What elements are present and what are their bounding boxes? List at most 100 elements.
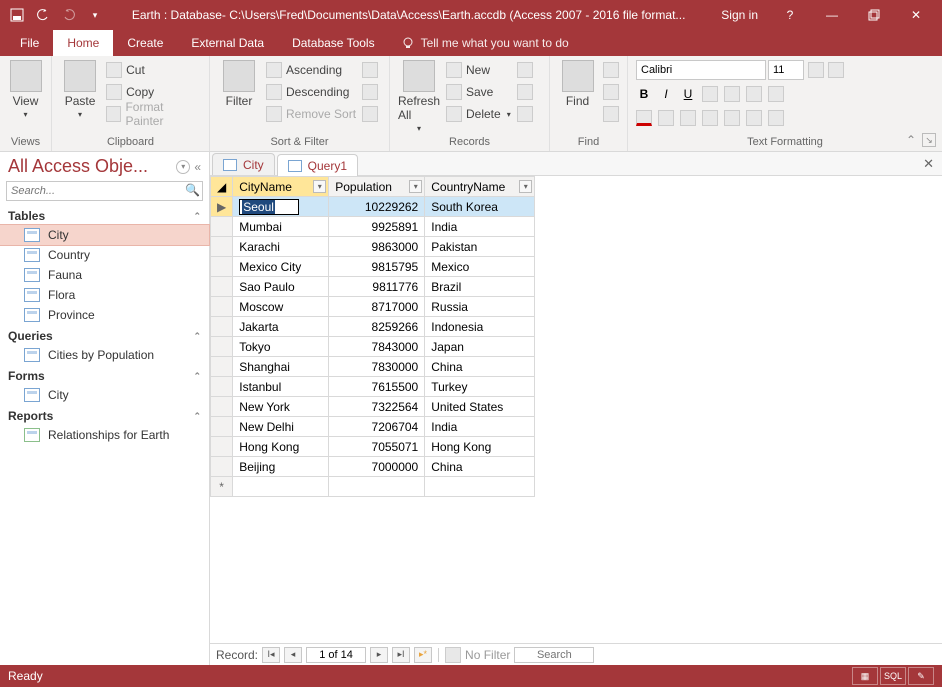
nav-group-tables[interactable]: Tables⌃	[0, 205, 209, 225]
indent-left-button[interactable]	[702, 84, 718, 104]
new-row[interactable]: *	[211, 477, 535, 497]
filter-dropdown-icon[interactable]: ▾	[519, 180, 532, 193]
copy-button[interactable]: Copy	[106, 82, 201, 102]
select-button[interactable]	[603, 104, 619, 124]
cut-button[interactable]: Cut	[106, 60, 201, 80]
align-center-button[interactable]	[724, 108, 740, 128]
delete-record-button[interactable]: Delete▾	[446, 104, 511, 124]
align-left-button[interactable]	[702, 108, 718, 128]
table-row[interactable]: Shanghai 7830000 China	[211, 357, 535, 377]
cell-cityname[interactable]: Sao Paulo	[233, 277, 329, 297]
doc-tab-query1[interactable]: Query1	[277, 154, 358, 176]
qat-customize-icon[interactable]: ▾	[84, 4, 106, 26]
nav-group-forms[interactable]: Forms⌃	[0, 365, 209, 385]
save-icon[interactable]	[6, 4, 28, 26]
cell-cityname[interactable]: Shanghai	[233, 357, 329, 377]
record-search-input[interactable]	[514, 647, 594, 663]
refresh-all-button[interactable]: Refresh All▾	[398, 60, 440, 133]
cell-population[interactable]: 8717000	[329, 297, 425, 317]
table-row[interactable]: ▶ Seoul 10229262 South Korea	[211, 197, 535, 217]
totals-button[interactable]	[517, 60, 533, 80]
row-selector[interactable]	[211, 237, 233, 257]
find-button[interactable]: Find	[558, 60, 597, 108]
cell-countryname[interactable]: Russia	[425, 297, 535, 317]
nav-group-reports[interactable]: Reports⌃	[0, 405, 209, 425]
tab-home[interactable]: Home	[53, 30, 113, 56]
table-row[interactable]: Beijing 7000000 China	[211, 457, 535, 477]
row-selector[interactable]	[211, 417, 233, 437]
row-selector[interactable]	[211, 277, 233, 297]
cell-population[interactable]: 7615500	[329, 377, 425, 397]
filter-button[interactable]: Filter	[218, 60, 260, 108]
table-row[interactable]: Mumbai 9925891 India	[211, 217, 535, 237]
text-direction-button[interactable]	[746, 84, 762, 104]
nav-item-city[interactable]: City	[0, 385, 209, 405]
no-filter-indicator[interactable]: No Filter	[445, 645, 510, 665]
ascending-button[interactable]: Ascending	[266, 60, 356, 80]
cell-population[interactable]: 7843000	[329, 337, 425, 357]
sql-view-switch[interactable]: SQL	[880, 667, 906, 685]
cell-population[interactable]: 7322564	[329, 397, 425, 417]
datasheet-view-switch[interactable]: ▦	[852, 667, 878, 685]
table-row[interactable]: Moscow 8717000 Russia	[211, 297, 535, 317]
tab-database-tools[interactable]: Database Tools	[278, 30, 389, 56]
toggle-filter-button[interactable]	[362, 104, 378, 124]
row-selector[interactable]	[211, 437, 233, 457]
bullets-button[interactable]	[808, 60, 824, 80]
cell-cityname[interactable]: Mexico City	[233, 257, 329, 277]
cell-countryname[interactable]: Hong Kong	[425, 437, 535, 457]
cell-cityname[interactable]: Seoul	[233, 197, 329, 217]
new-record-nav-button[interactable]: ▸*	[414, 647, 432, 663]
cell-population[interactable]: 9815795	[329, 257, 425, 277]
table-row[interactable]: Hong Kong 7055071 Hong Kong	[211, 437, 535, 457]
cell-countryname[interactable]: Indonesia	[425, 317, 535, 337]
nav-header[interactable]: All Access Obje...	[8, 156, 148, 177]
cell-population[interactable]: 9925891	[329, 217, 425, 237]
view-button[interactable]: View▾	[8, 60, 43, 119]
gridlines-button[interactable]	[768, 84, 784, 104]
replace-button[interactable]	[603, 60, 619, 80]
cell-countryname[interactable]: Mexico	[425, 257, 535, 277]
close-icon[interactable]: ✕	[896, 0, 936, 30]
column-header-population[interactable]: Population▾	[329, 177, 425, 197]
row-selector[interactable]	[211, 357, 233, 377]
numbering-button[interactable]	[828, 60, 844, 80]
row-selector[interactable]	[211, 297, 233, 317]
save-record-button[interactable]: Save	[446, 82, 511, 102]
align-right-button[interactable]	[746, 108, 762, 128]
table-row[interactable]: Sao Paulo 9811776 Brazil	[211, 277, 535, 297]
nav-search-input[interactable]	[6, 181, 203, 201]
font-size-input[interactable]	[768, 60, 804, 80]
table-row[interactable]: Istanbul 7615500 Turkey	[211, 377, 535, 397]
nav-menu-icon[interactable]: ▾	[176, 160, 190, 174]
table-row[interactable]: New York 7322564 United States	[211, 397, 535, 417]
dialog-launcher-icon[interactable]: ↘	[922, 133, 936, 147]
row-selector[interactable]	[211, 397, 233, 417]
cell-cityname[interactable]: Hong Kong	[233, 437, 329, 457]
restore-icon[interactable]	[854, 0, 894, 30]
select-all-cell[interactable]: ◢	[211, 177, 233, 197]
close-tab-icon[interactable]: ✕	[923, 156, 934, 172]
design-view-switch[interactable]: ✎	[908, 667, 934, 685]
nav-group-queries[interactable]: Queries⌃	[0, 325, 209, 345]
bold-button[interactable]: B	[636, 87, 652, 101]
shutter-bar-icon[interactable]: «	[194, 160, 201, 174]
table-row[interactable]: Jakarta 8259266 Indonesia	[211, 317, 535, 337]
nav-item-country[interactable]: Country	[0, 245, 209, 265]
nav-item-fauna[interactable]: Fauna	[0, 265, 209, 285]
cell-population[interactable]: 7206704	[329, 417, 425, 437]
goto-button[interactable]	[603, 82, 619, 102]
redo-icon[interactable]	[58, 4, 80, 26]
cell-cityname[interactable]: New Delhi	[233, 417, 329, 437]
cell-countryname[interactable]: United States	[425, 397, 535, 417]
cell-population[interactable]: 9863000	[329, 237, 425, 257]
table-row[interactable]: Karachi 9863000 Pakistan	[211, 237, 535, 257]
cell-population[interactable]: 7830000	[329, 357, 425, 377]
cell-population[interactable]: 8259266	[329, 317, 425, 337]
cell-countryname[interactable]: China	[425, 357, 535, 377]
descending-button[interactable]: Descending	[266, 82, 356, 102]
indent-right-button[interactable]	[724, 84, 740, 104]
cell-population[interactable]: 9811776	[329, 277, 425, 297]
prev-record-button[interactable]: ◂	[284, 647, 302, 663]
nav-item-relationships-for-earth[interactable]: Relationships for Earth	[0, 425, 209, 445]
